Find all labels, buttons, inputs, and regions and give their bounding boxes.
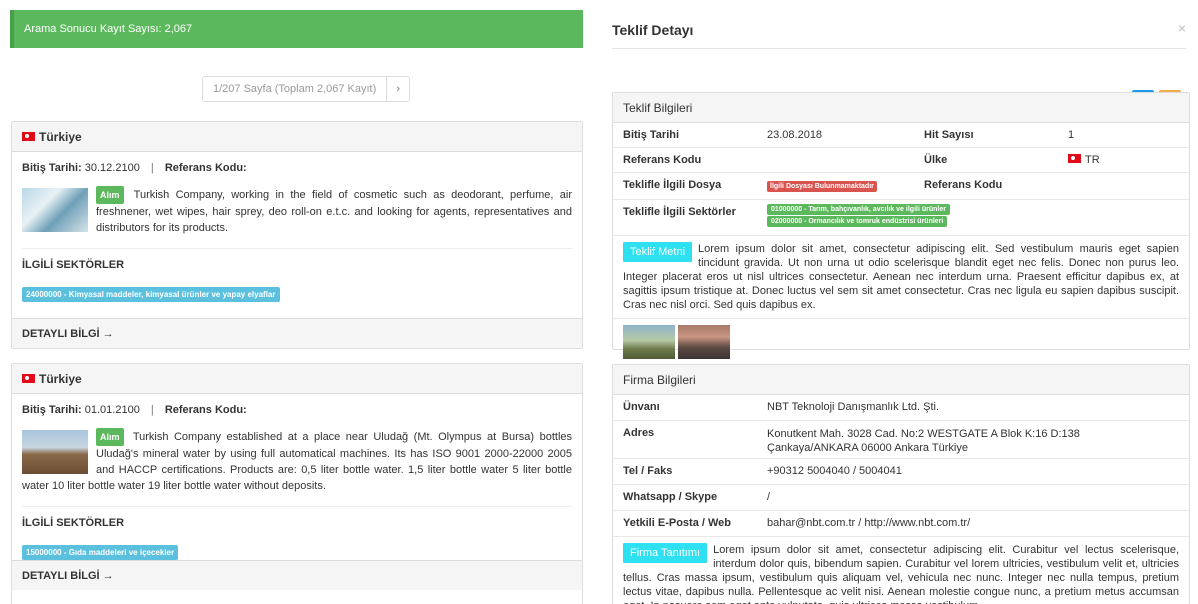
offer-text-block: Teklif Metni Lorem ipsum dolor sit amet,… xyxy=(613,236,1189,318)
sector-tag[interactable]: 01000000 - Tarım, bahçıvanlık, avcılık v… xyxy=(767,204,950,215)
country-value-cell: TR xyxy=(1058,148,1110,172)
country-label: Ülke xyxy=(924,154,948,166)
address-value: Konutkent Mah. 3028 Cad. No:2 WESTGATE A… xyxy=(767,428,1080,454)
pagination: 1/207 Sayfa (Toplam 2,067 Kayıt) › xyxy=(202,76,411,102)
title-label: Ünvanı xyxy=(623,401,660,413)
info-row: Teklifle İlgili Dosya İlgili Dosyası Bul… xyxy=(613,173,1189,200)
hit-count-label: Hit Sayısı xyxy=(924,129,974,141)
reference-code-value xyxy=(757,148,914,172)
sector-tag[interactable]: 02000000 - Ormancılık ve tomruk endüstri… xyxy=(767,216,948,227)
offer-info-heading: Teklif Bilgileri xyxy=(613,93,1189,123)
email-web-label: Yetkili E-Posta / Web xyxy=(623,517,731,529)
reference-code-label: Referans Kodu: xyxy=(164,404,247,416)
end-date-value: 01.01.2100 xyxy=(84,404,140,416)
turkey-flag-icon xyxy=(1068,154,1081,163)
info-row: Adres Konutkent Mah. 3028 Cad. No:2 WEST… xyxy=(613,421,1189,459)
title-value: NBT Teknoloji Danışmanlık Ltd. Şti. xyxy=(767,401,940,413)
card-meta: Bitiş Tarihi: 30.12.2100 | Referans Kodu… xyxy=(12,152,582,174)
info-row: Bitiş Tarihi 23.08.2018 Hit Sayısı 1 xyxy=(613,123,1189,148)
offer-photo[interactable] xyxy=(678,325,730,359)
address-label: Adres xyxy=(623,427,655,439)
detail-link[interactable]: DETAYLI BİLGİ → xyxy=(12,318,582,348)
related-sectors-cell: 01000000 - Tarım, bahçıvanlık, avcılık v… xyxy=(757,200,960,235)
offer-photo[interactable] xyxy=(623,325,675,359)
sectors-title: İLGİLİ SEKTÖRLER xyxy=(22,259,125,271)
reference-code-label: Referans Kodu: xyxy=(164,162,247,174)
company-intro-tag: Firma Tanıtımı xyxy=(623,543,708,563)
reference-code-label-2: Referans Kodu xyxy=(924,179,1003,191)
offer-card: Türkiye Bitiş Tarihi: 01.01.2100 | Refer… xyxy=(11,363,583,604)
info-row: Tel / Faks +90312 5004040 / 5004041 xyxy=(613,459,1189,485)
card-country: Türkiye xyxy=(39,371,82,386)
card-country: Türkiye xyxy=(39,129,82,144)
card-description: Alım Turkish Company, working in the fie… xyxy=(12,174,582,236)
end-date-label: Bitiş Tarihi: xyxy=(22,162,82,174)
offer-card: Türkiye Bitiş Tarihi: 30.12.2100 | Refer… xyxy=(11,121,583,349)
offer-detail-modal: Teklif Detayı × Teklif Bilgileri Bitiş T… xyxy=(596,0,1198,604)
related-sectors-label: Teklifle İlgili Sektörler xyxy=(623,206,736,218)
whatsapp-skype-value: / xyxy=(767,491,771,503)
description-text: Turkish Company, working in the field of… xyxy=(96,189,572,234)
offer-thumbnail[interactable] xyxy=(22,430,88,474)
info-row: Teklifle İlgili Sektörler 01000000 - Tar… xyxy=(613,200,1189,236)
result-count-bar: Arama Sonucu Kayıt Sayısı: 2,067 xyxy=(10,10,583,48)
pagination-info: 1/207 Sayfa (Toplam 2,067 Kayıt) xyxy=(203,77,388,101)
email-web-value[interactable]: bahar@nbt.com.tr / http://www.nbt.com.tr… xyxy=(757,511,980,536)
offer-thumbnail[interactable] xyxy=(22,188,88,232)
no-file-badge: İlgili Dosyası Bulunmamaktadır xyxy=(767,181,877,192)
company-text-block: Firma Tanıtımı Lorem ipsum dolor sit ame… xyxy=(613,537,1189,604)
offer-text: Lorem ipsum dolor sit amet, consectetur … xyxy=(623,243,1179,311)
phone-fax-value: +90312 5004040 / 5004041 xyxy=(767,465,902,477)
meta-separator: | xyxy=(150,162,154,174)
info-row: Whatsapp / Skype / xyxy=(613,485,1189,511)
related-file-label: Teklifle İlgili Dosya xyxy=(623,179,722,191)
turkey-flag-icon xyxy=(22,374,35,383)
sector-tag[interactable]: 24000000 - Kimyasal maddeler, kimyasal ü… xyxy=(22,287,280,302)
purchase-badge: Alım xyxy=(96,186,124,204)
meta-separator: | xyxy=(150,404,154,416)
turkey-flag-icon xyxy=(22,132,35,141)
offer-text-tag: Teklif Metni xyxy=(623,242,693,262)
reference-code-label: Referans Kodu xyxy=(623,154,702,166)
hit-count-value: 1 xyxy=(1068,129,1075,141)
country-value: TR xyxy=(1085,154,1100,166)
related-file-cell: İlgili Dosyası Bulunmamaktadır xyxy=(757,173,914,199)
close-icon[interactable]: × xyxy=(1178,20,1186,36)
purchase-badge: Alım xyxy=(96,428,124,446)
detail-link[interactable]: DETAYLI BİLGİ → xyxy=(12,560,582,590)
info-row: Referans Kodu Ülke TR xyxy=(613,148,1189,173)
end-date-value: 30.12.2100 xyxy=(84,162,140,174)
info-row: Yetkili E-Posta / Web bahar@nbt.com.tr /… xyxy=(613,511,1189,537)
next-page-button[interactable]: › xyxy=(387,77,409,101)
card-meta: Bitiş Tarihi: 01.01.2100 | Referans Kodu… xyxy=(12,394,582,416)
modal-title: Teklif Detayı xyxy=(612,22,694,38)
card-description: Alım Turkish Company established at a pl… xyxy=(12,416,582,494)
end-date-label: Bitiş Tarihi: xyxy=(22,404,82,416)
info-row: Ünvanı NBT Teknoloji Danışmanlık Ltd. Şt… xyxy=(613,395,1189,421)
company-info-panel: Firma Bilgileri Ünvanı NBT Teknoloji Dan… xyxy=(612,364,1190,604)
whatsapp-skype-label: Whatsapp / Skype xyxy=(623,491,718,503)
reference-code-value-2 xyxy=(1058,173,1078,199)
end-date-value: 23.08.2018 xyxy=(767,129,823,141)
offer-photos xyxy=(613,318,1189,365)
card-header: Türkiye xyxy=(12,122,582,152)
card-header: Türkiye xyxy=(12,364,582,394)
sector-tag[interactable]: 15000000 - Gıda maddeleri ve içecekler xyxy=(22,545,179,560)
phone-fax-label: Tel / Faks xyxy=(623,465,673,477)
sectors-title: İLGİLİ SEKTÖRLER xyxy=(22,517,125,529)
company-info-heading: Firma Bilgileri xyxy=(613,365,1189,395)
divider xyxy=(612,48,1186,49)
search-results-pane: Arama Sonucu Kayıt Sayısı: 2,067 1/207 S… xyxy=(0,0,596,604)
offer-info-panel: Teklif Bilgileri Bitiş Tarihi 23.08.2018… xyxy=(612,92,1190,359)
end-date-label: Bitiş Tarihi xyxy=(623,129,680,141)
